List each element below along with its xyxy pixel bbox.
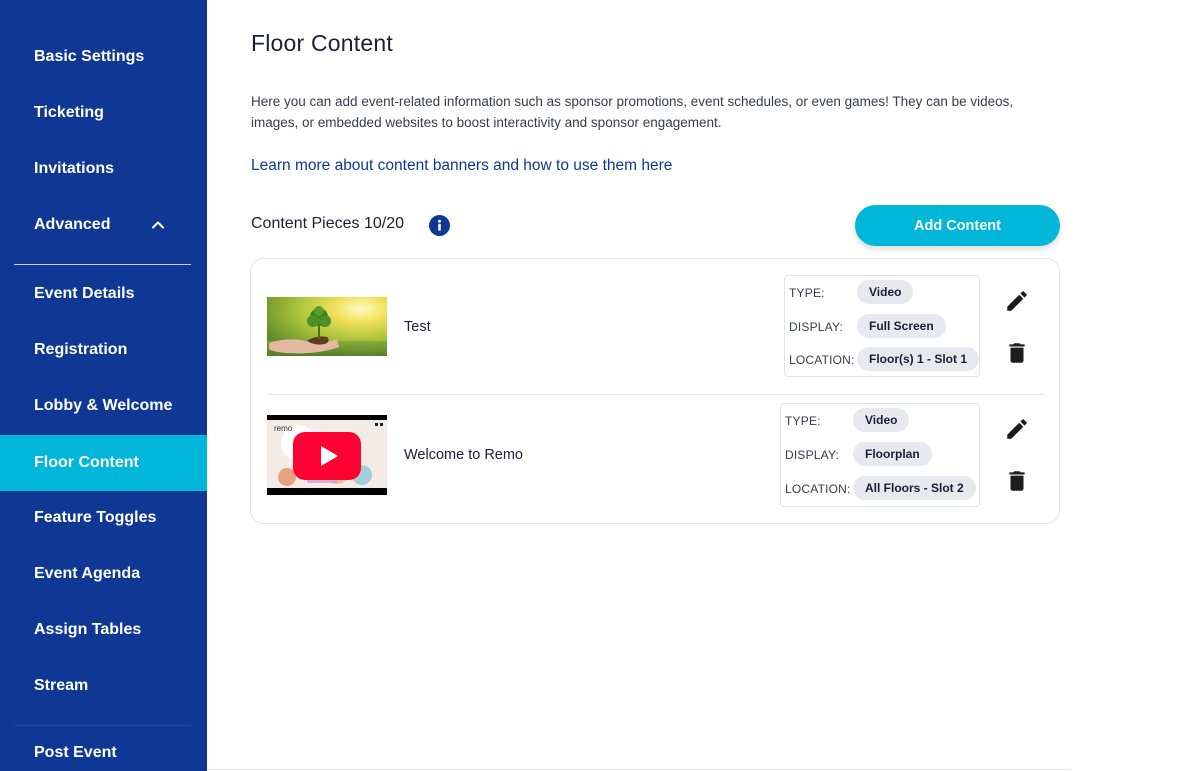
sidebar-item-lobby-welcome[interactable]: Lobby & Welcome: [0, 378, 207, 434]
type-badge: Video: [853, 408, 910, 432]
content-list: Test TYPE: Video DISPLAY: Full Screen LO…: [250, 258, 1060, 524]
content-meta: TYPE: Video DISPLAY: Full Screen LOCATIO…: [784, 275, 980, 377]
sidebar-item-label: Floor Content: [34, 454, 139, 471]
sidebar-item-label: Assign Tables: [34, 621, 142, 638]
page-description: Here you can add event-related informati…: [251, 94, 1014, 130]
sidebar-item-label: Ticketing: [34, 104, 104, 121]
edit-icon[interactable]: [1004, 416, 1030, 442]
location-label: LOCATION:: [789, 353, 855, 367]
display-badge: Floorplan: [853, 442, 932, 466]
page-title: Floor Content: [251, 30, 393, 56]
sidebar-item-post-event[interactable]: Post Event: [0, 725, 207, 771]
content-meta: TYPE: Video DISPLAY: Floorplan LOCATION:…: [780, 403, 980, 507]
sidebar-item-ticketing[interactable]: Ticketing: [0, 85, 207, 141]
sidebar-item-label: Feature Toggles: [34, 509, 157, 526]
thumbnail-text: remo: [274, 424, 293, 433]
sidebar-item-advanced[interactable]: Advanced: [0, 197, 207, 253]
display-badge: Full Screen: [857, 314, 946, 338]
list-item: Test TYPE: Video DISPLAY: Full Screen LO…: [251, 259, 1059, 389]
sidebar-divider: [14, 264, 191, 265]
learn-more-link[interactable]: Learn more about content banners and how…: [251, 157, 672, 175]
sidebar: Basic Settings Ticketing Invitations Adv…: [0, 0, 207, 771]
sidebar-item-label: Invitations: [34, 160, 115, 177]
content-pieces-count: Content Pieces 10/20: [251, 215, 404, 232]
sidebar-item-label: Registration: [34, 341, 128, 358]
sidebar-item-label: Event Agenda: [34, 565, 141, 582]
sidebar-item-label: Advanced: [34, 216, 111, 233]
display-label: DISPLAY:: [789, 320, 844, 334]
display-label: DISPLAY:: [785, 448, 840, 462]
sidebar-item-assign-tables[interactable]: Assign Tables: [0, 602, 207, 658]
sidebar-item-label: Stream: [34, 677, 89, 694]
sidebar-item-invitations[interactable]: Invitations: [0, 141, 207, 197]
sidebar-item-floor-content[interactable]: Floor Content: [0, 435, 207, 491]
sidebar-item-label: Lobby & Welcome: [34, 397, 173, 414]
list-item: remo Welcome to Remo TYPE: Video DISPLAY…: [251, 395, 1059, 525]
sidebar-item-feature-toggles[interactable]: Feature Toggles: [0, 490, 207, 546]
location-badge: Floor(s) 1 - Slot 1: [857, 347, 980, 371]
content-title: Welcome to Remo: [404, 447, 523, 463]
add-content-button[interactable]: Add Content: [855, 205, 1060, 246]
sidebar-item-event-details[interactable]: Event Details: [0, 266, 207, 322]
sidebar-item-basic-settings[interactable]: Basic Settings: [0, 29, 207, 85]
content-title: Test: [404, 319, 431, 335]
info-icon[interactable]: [429, 215, 450, 236]
edit-icon[interactable]: [1004, 288, 1030, 314]
youtube-video-thumbnail[interactable]: remo: [267, 415, 387, 495]
type-label: TYPE:: [789, 286, 825, 300]
location-label: LOCATION:: [785, 482, 851, 496]
plant-in-hands-image[interactable]: [267, 297, 387, 356]
location-badge: All Floors - Slot 2: [853, 476, 976, 500]
trash-icon[interactable]: [1004, 340, 1030, 366]
type-badge: Video: [857, 280, 914, 304]
sidebar-item-label: Post Event: [34, 744, 117, 761]
type-label: TYPE:: [785, 414, 821, 428]
sidebar-item-event-agenda[interactable]: Event Agenda: [0, 546, 207, 602]
sidebar-item-label: Event Details: [34, 285, 135, 302]
sidebar-item-registration[interactable]: Registration: [0, 322, 207, 378]
sidebar-item-stream[interactable]: Stream: [0, 658, 207, 714]
sidebar-item-label: Basic Settings: [34, 48, 145, 65]
footer-divider: [207, 769, 1070, 770]
chevron-up-icon: [150, 217, 166, 233]
trash-icon[interactable]: [1004, 468, 1030, 494]
